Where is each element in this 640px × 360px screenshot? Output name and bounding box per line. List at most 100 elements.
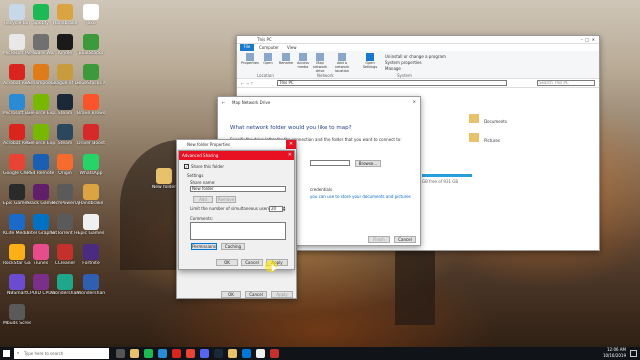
ribbon-button[interactable]: Properties [241, 53, 259, 65]
properties-close-icon[interactable]: ✕ [286, 140, 296, 149]
map-drive-titlebar[interactable]: ← Map Network Drive ✕ [218, 97, 420, 107]
taskbar-app-icon[interactable] [214, 349, 223, 358]
desktop-icon[interactable]: Mbuds Screen [3, 304, 31, 326]
taskbar-app-icon[interactable] [242, 349, 251, 358]
nav-arrows-icon[interactable]: ← → ↑ [241, 81, 254, 86]
windows-start-icon[interactable] [3, 350, 10, 357]
tab-file[interactable]: File [240, 44, 254, 51]
desktop-icon[interactable]: Wondershare Screen [77, 274, 105, 296]
taskbar-search-input[interactable]: Type here to search [24, 351, 63, 356]
app-icon [33, 4, 49, 20]
app-icon [83, 4, 99, 20]
user-limit-input[interactable]: 20 [269, 206, 283, 212]
back-arrow-icon[interactable]: ← [222, 100, 225, 105]
taskbar: Type here to search ⌕ 12:06 AM 10/16/201… [0, 347, 640, 360]
window-controls-icon[interactable]: – □ ✕ [581, 37, 595, 42]
taskbar-app-icon[interactable] [116, 349, 125, 358]
ribbon-system-properties[interactable]: System properties [385, 60, 422, 65]
ribbon-button[interactable]: Open Settings [361, 53, 379, 69]
desktop-icon[interactable]: BitTorrent Helper [51, 214, 79, 236]
ribbon-button[interactable]: Access media [294, 53, 312, 69]
taskbar-app-icon[interactable] [200, 349, 209, 358]
desktop-icon[interactable]: Origin [51, 154, 79, 176]
desktop-icon-label: Wondershare Filmora9 [51, 291, 79, 296]
app-icon [33, 94, 49, 110]
folder-pictures[interactable]: Pictures [469, 127, 500, 146]
desktop-icon[interactable]: Kindle [51, 34, 79, 56]
properties-apply-button[interactable]: Apply [271, 291, 293, 298]
notification-icon[interactable] [630, 350, 637, 357]
taskbar-app-icon[interactable] [270, 349, 279, 358]
share-name-input[interactable]: New folder [190, 186, 286, 192]
desktop-icon[interactable]: BlueStacks Multi-insta... [77, 64, 105, 86]
properties-titlebar[interactable]: New folder Properties ✕ [177, 140, 296, 149]
ribbon-uninstall[interactable]: Uninstall or change a program [385, 54, 446, 59]
desktop-icon-label: WhatsApp [79, 171, 103, 176]
address-field[interactable]: This PC [277, 80, 507, 86]
taskbar-app-icon[interactable] [256, 349, 265, 358]
ribbon-label: Add a network location [334, 61, 350, 73]
folder-documents[interactable]: Documents [469, 108, 507, 127]
taskbar-app-icon[interactable] [172, 349, 181, 358]
desktop-icon[interactable]: TechPowerUp GPU-Z [51, 184, 79, 206]
share-folder-checkbox[interactable]: ✓ [184, 164, 189, 169]
desktop-icon[interactable]: Brave Browser [77, 94, 105, 116]
desktop-icon-new-folder[interactable]: New folder [150, 168, 178, 190]
taskbar-app-icon[interactable] [144, 349, 153, 358]
desktop-icon[interactable]: Steam [51, 124, 79, 146]
browse-button[interactable]: Browse... [355, 160, 381, 167]
properties-cancel-button[interactable]: Cancel [245, 291, 267, 298]
ribbon-button[interactable]: Open [259, 53, 277, 65]
advanced-close-icon[interactable]: ✕ [288, 152, 292, 158]
ribbon-button[interactable]: Rename [277, 53, 295, 65]
desktop-icon[interactable]: BlueStacks [77, 34, 105, 56]
desktop-icon[interactable]: Steam [51, 94, 79, 116]
advanced-cancel-button[interactable]: Cancel [241, 259, 263, 266]
ribbon-button[interactable]: Add a network location [333, 53, 351, 73]
group-network: Network [317, 73, 334, 78]
properties-ok-button[interactable]: OK [221, 291, 241, 298]
storage-link[interactable]: you can use to store your documents and … [310, 194, 411, 199]
taskbar-app-icon[interactable] [228, 349, 237, 358]
desktop-icon[interactable]: Handbrake [77, 184, 105, 206]
ribbon-button[interactable]: Map network drive [311, 53, 329, 73]
taskbar-app-icon[interactable] [130, 349, 139, 358]
desktop-icon[interactable]: joko [77, 4, 105, 26]
desktop-icon-label: Handbrake [52, 21, 78, 26]
ribbon-manage[interactable]: Manage [385, 66, 401, 71]
app-icon [33, 154, 49, 170]
desktop-icon[interactable]: WhatsApp [77, 154, 105, 176]
tab-view[interactable]: View [287, 45, 297, 50]
remove-share-button[interactable]: Remove [216, 196, 236, 203]
spin-arrows-icon[interactable]: ▲ ▼ [283, 206, 285, 212]
explorer-titlebar[interactable]: This PC – □ ✕ [237, 36, 599, 44]
add-share-button[interactable]: Add [193, 196, 213, 203]
comments-textarea[interactable] [190, 222, 286, 240]
taskbar-app-icon[interactable] [158, 349, 167, 358]
finish-button[interactable]: Finish [368, 236, 390, 243]
explorer-search-input[interactable]: Search This PC [537, 80, 595, 86]
advanced-sharing-titlebar[interactable]: Advanced Sharing ✕ [179, 151, 294, 160]
desktop-icon[interactable]: Wondershare Filmora9 [51, 274, 79, 296]
advanced-sharing-dialog[interactable]: Advanced Sharing ✕ ✓ Share this folder S… [178, 150, 295, 270]
caching-button[interactable]: Caching [221, 243, 245, 250]
desktop-icon[interactable]: Driver Booster 6 [77, 124, 105, 146]
permissions-button[interactable]: Permissions [191, 243, 217, 250]
desktop-icon[interactable]: Fortnite [77, 244, 105, 266]
taskbar-search-box[interactable]: Type here to search ⌕ [14, 348, 109, 359]
advanced-ok-button[interactable]: OK [216, 259, 238, 266]
app-icon [83, 184, 99, 200]
desktop-icon[interactable]: CCleaner [51, 244, 79, 266]
app-icon [57, 94, 73, 110]
tab-computer[interactable]: Computer [259, 45, 279, 50]
desktop-icon[interactable]: League of Legends [51, 64, 79, 86]
taskbar-app-icon[interactable] [186, 349, 195, 358]
desktop-icon[interactable]: Epic Games [77, 214, 105, 236]
desktop-icon-label: TechPowerUp GPU-Z [51, 201, 79, 206]
folder-path-field[interactable] [310, 160, 350, 166]
map-cancel-button[interactable]: Cancel [394, 236, 416, 243]
ribbon-icon [264, 53, 272, 61]
desktop-icon[interactable]: Handbrake [51, 4, 79, 26]
desktop-icon-label: Origin [58, 171, 72, 176]
close-icon[interactable]: ✕ [413, 99, 416, 104]
